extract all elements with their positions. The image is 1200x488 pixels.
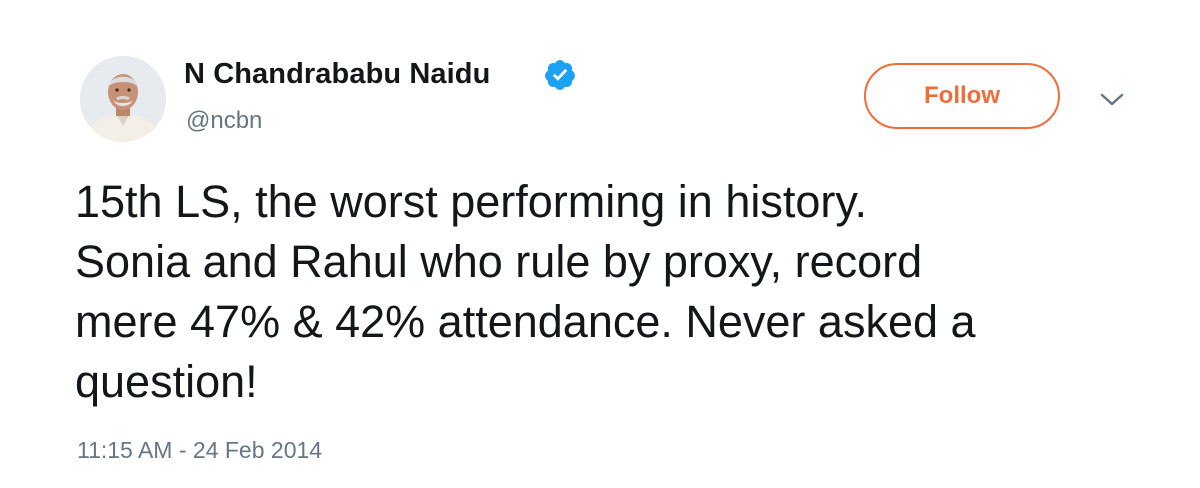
user-handle[interactable]: @ncbn (186, 107, 262, 135)
display-name[interactable]: N Chandrababu Naidu (184, 58, 490, 91)
verified-badge-icon (545, 60, 575, 90)
tweet-card: N Chandrababu Naidu @ncbn Follow 15th LS… (0, 0, 1200, 488)
follow-button[interactable]: Follow (864, 63, 1060, 129)
tweet-text-line: mere 47% & 42% attendance. Never asked a (75, 296, 976, 347)
tweet-text-line: question! (75, 356, 258, 407)
tweet-text-line: 15th LS, the worst performing in history… (75, 176, 868, 227)
avatar[interactable] (80, 56, 166, 142)
tweet-timestamp[interactable]: 11:15 AM - 24 Feb 2014 (77, 437, 322, 464)
chevron-down-icon[interactable] (1099, 92, 1125, 108)
tweet-text-line: Sonia and Rahul who rule by proxy, recor… (75, 236, 923, 287)
tweet-text: 15th LS, the worst performing in history… (75, 172, 1155, 412)
profile-photo-icon (80, 56, 166, 142)
